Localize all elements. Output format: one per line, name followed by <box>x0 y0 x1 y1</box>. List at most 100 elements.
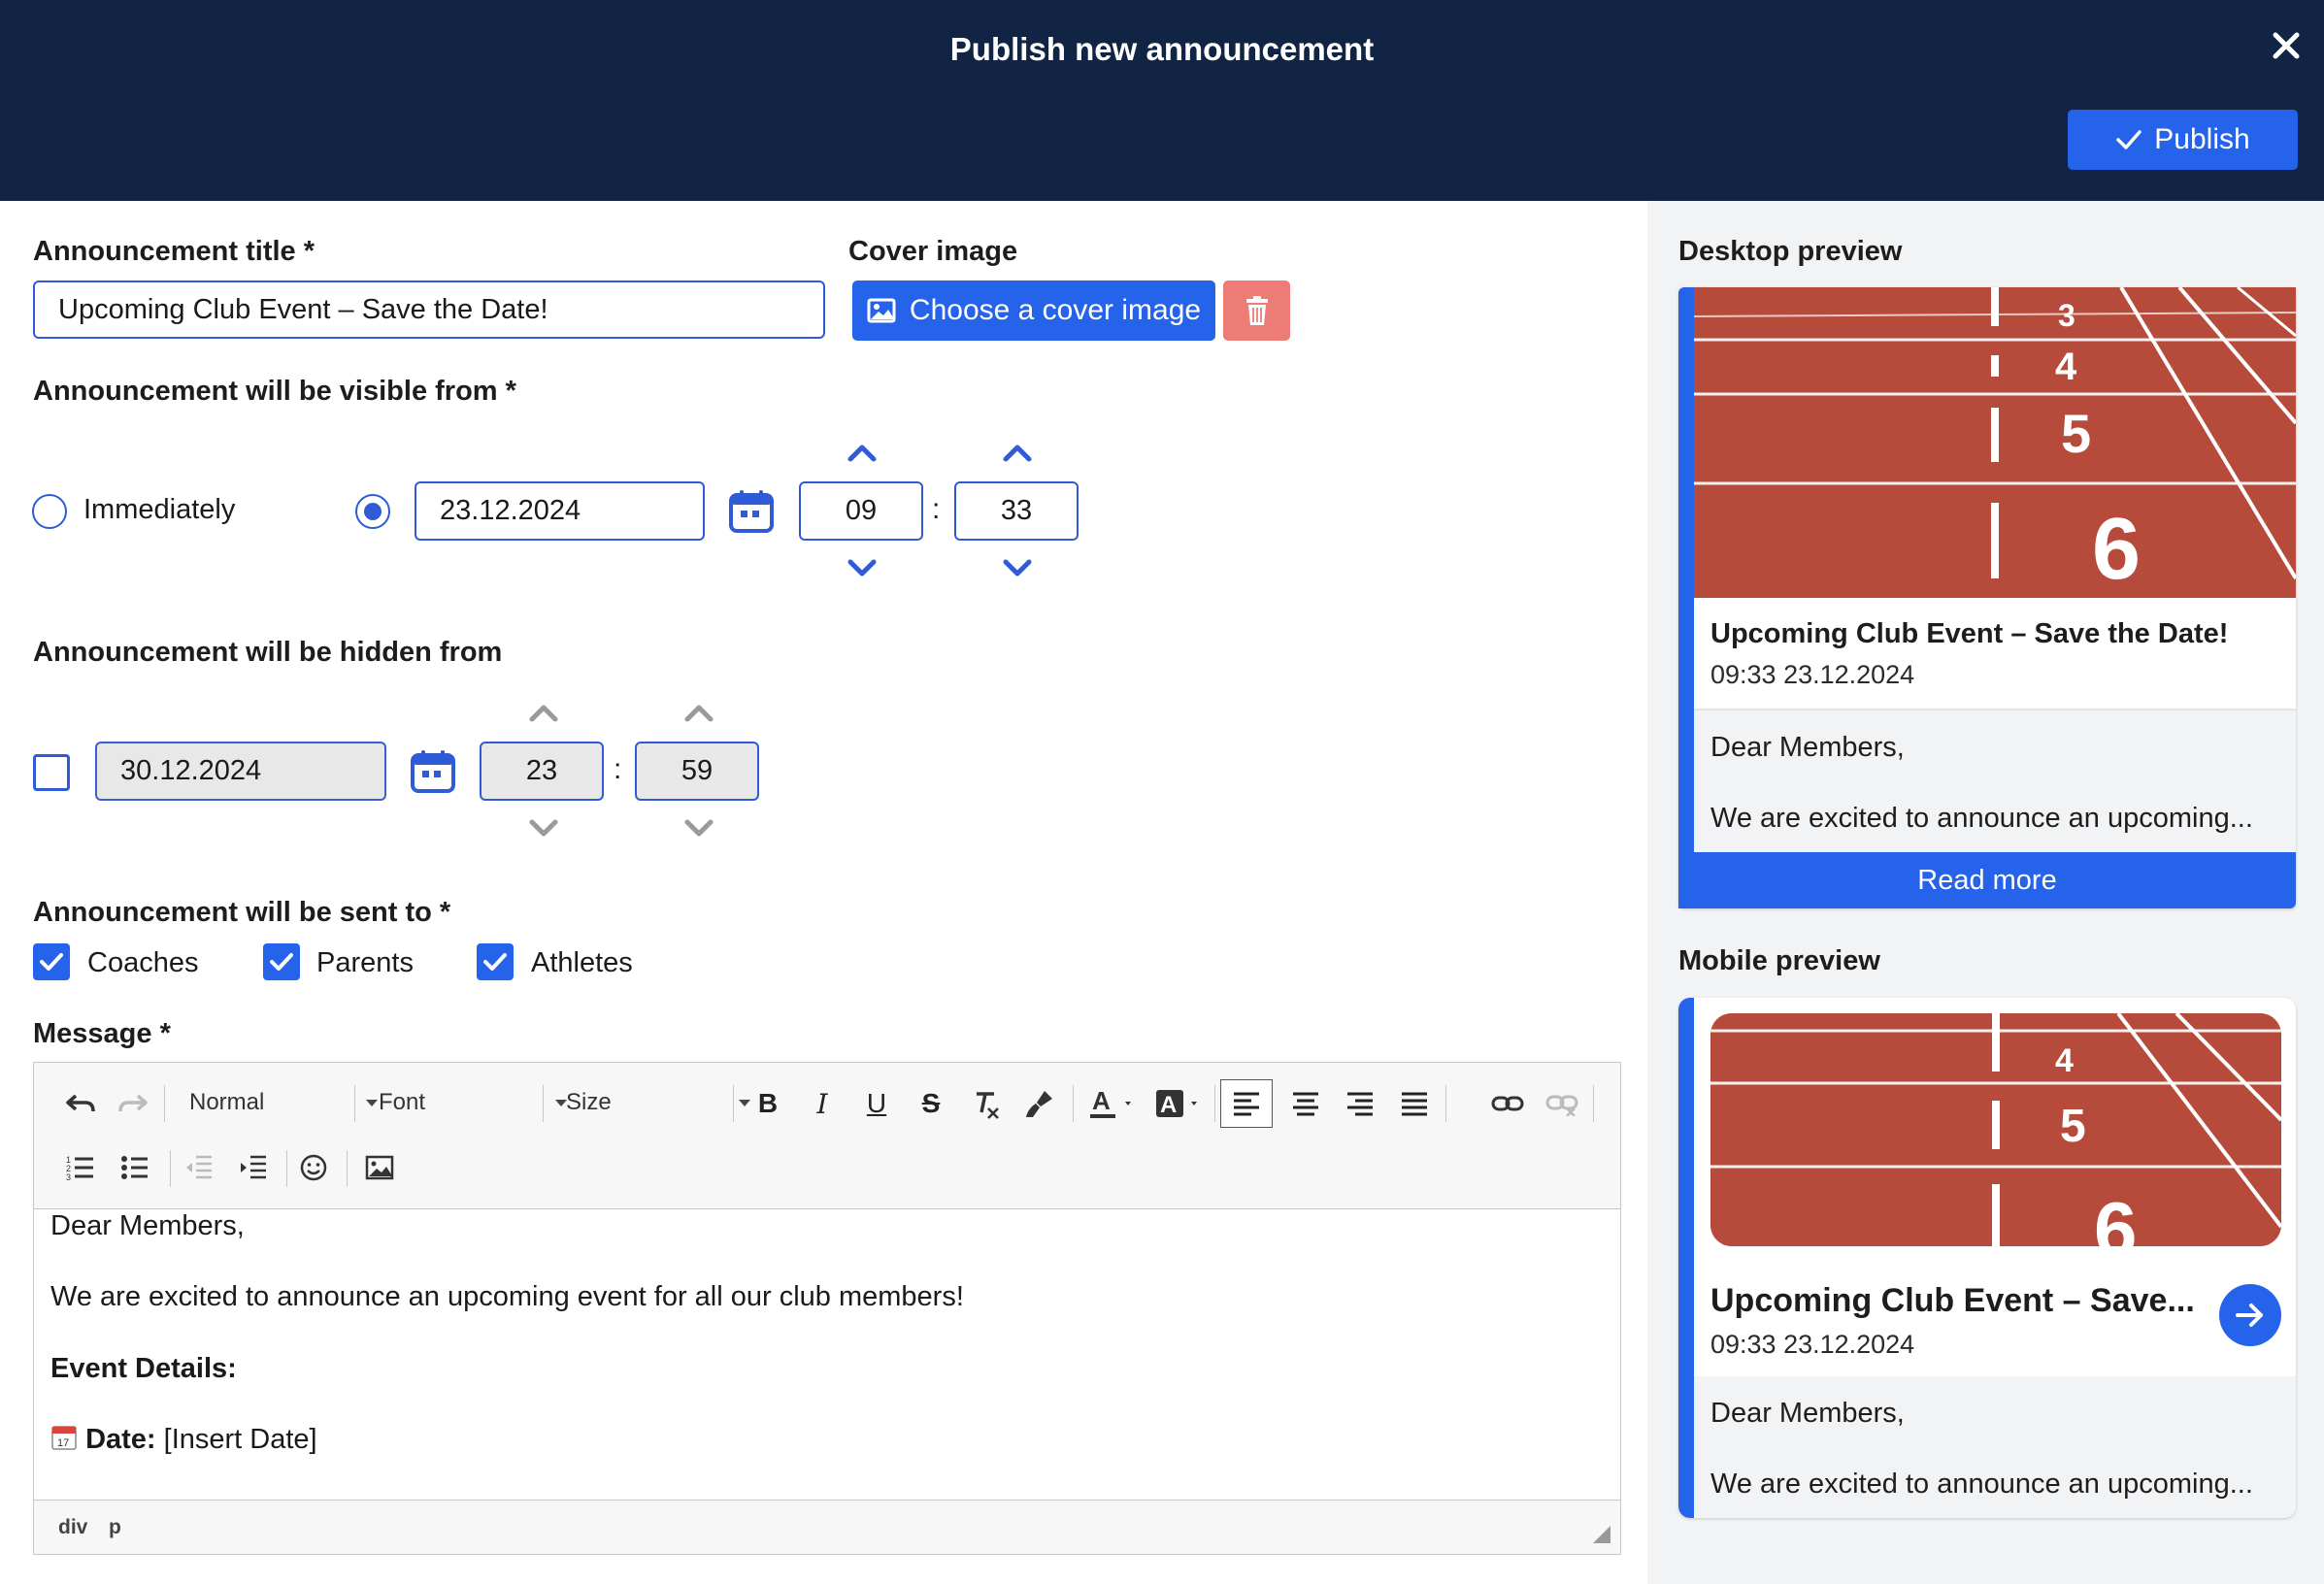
align-left-button[interactable] <box>1220 1079 1273 1128</box>
visible-from-label: Announcement will be visible from * <box>33 376 516 407</box>
immediately-radio[interactable] <box>32 494 67 529</box>
mobile-preview-title: Upcoming Club Event – Save... <box>1710 1282 2195 1319</box>
font-select[interactable]: Font <box>379 1088 567 1117</box>
hidden-date-input[interactable]: 30.12.2024 <box>95 742 386 801</box>
size-select[interactable]: Size <box>566 1088 750 1117</box>
align-right-button[interactable] <box>1341 1084 1379 1123</box>
align-center-button[interactable] <box>1286 1084 1325 1123</box>
emoji-button[interactable] <box>294 1148 333 1187</box>
path-div[interactable]: div <box>58 1516 87 1539</box>
toolbar-separator <box>543 1085 544 1122</box>
delete-cover-button[interactable] <box>1223 280 1290 341</box>
unlink-button[interactable] <box>1543 1084 1581 1123</box>
svg-text:3: 3 <box>66 1172 71 1182</box>
hidden-hour-input[interactable]: 23 <box>480 742 604 801</box>
date-label: Date: <box>85 1424 156 1455</box>
toolbar-separator <box>354 1085 355 1122</box>
bullet-list-button[interactable] <box>116 1148 154 1187</box>
indent-button[interactable] <box>234 1148 273 1187</box>
visible-minute-input[interactable]: 33 <box>954 481 1079 541</box>
redo-button[interactable] <box>114 1084 152 1123</box>
cover-button-label: Choose a cover image <box>909 294 1202 326</box>
check-icon <box>2116 130 2142 149</box>
minute-up-arrow-icon[interactable] <box>1002 444 1033 463</box>
hidden-minute-up-arrow-icon[interactable] <box>683 704 714 723</box>
smiley-icon <box>300 1154 327 1181</box>
align-left-icon <box>1234 1092 1259 1116</box>
align-justify-button[interactable] <box>1395 1084 1434 1123</box>
format-painter-button[interactable] <box>1020 1084 1059 1123</box>
outdent-button[interactable] <box>180 1148 218 1187</box>
visible-hour-input[interactable]: 09 <box>799 481 923 541</box>
modal-title: Publish new announcement <box>949 31 1375 67</box>
athletes-checkbox[interactable] <box>477 943 514 980</box>
parents-label: Parents <box>316 947 414 978</box>
undo-button[interactable] <box>61 1084 100 1123</box>
sent-to-label: Announcement will be sent to * <box>33 897 451 928</box>
underline-button[interactable]: U <box>857 1084 896 1123</box>
visible-date-input[interactable]: 23.12.2024 <box>415 481 705 541</box>
desktop-preview-timestamp: 09:33 23.12.2024 <box>1710 660 1915 689</box>
font-select-value: Font <box>379 1089 426 1115</box>
close-button[interactable] <box>2262 21 2310 70</box>
hidden-from-label: Announcement will be hidden from <box>33 637 503 668</box>
minute-down-arrow-icon[interactable] <box>1002 558 1033 578</box>
arrow-right-icon <box>2236 1304 2263 1327</box>
hidden-hour-up-arrow-icon[interactable] <box>528 704 559 723</box>
format-select[interactable]: Normal <box>189 1088 378 1117</box>
check-icon <box>40 953 63 971</box>
bold-button[interactable]: B <box>748 1084 787 1123</box>
hidden-minute-input[interactable]: 59 <box>635 742 759 801</box>
close-icon <box>2273 32 2300 59</box>
svg-text:5: 5 <box>2061 403 2091 464</box>
desktop-preview-greeting: Dear Members, <box>1710 732 1905 763</box>
hour-down-arrow-icon[interactable] <box>847 558 878 578</box>
align-right-icon <box>1347 1092 1373 1116</box>
path-p[interactable]: p <box>109 1516 121 1539</box>
align-justify-icon <box>1402 1092 1427 1116</box>
hidden-hour-down-arrow-icon[interactable] <box>528 818 559 838</box>
paint-brush-icon <box>1026 1091 1052 1117</box>
link-button[interactable] <box>1488 1084 1527 1123</box>
check-icon <box>270 953 293 971</box>
resize-handle-icon[interactable] <box>1591 1524 1612 1545</box>
italic-button[interactable]: I <box>803 1084 842 1123</box>
calendar-icon[interactable] <box>410 749 456 794</box>
open-announcement-button[interactable] <box>2219 1284 2281 1346</box>
announcement-title-input[interactable]: Upcoming Club Event – Save the Date! <box>33 280 825 339</box>
unlink-icon <box>1545 1095 1578 1116</box>
editor-content[interactable]: Dear Members, We are excited to announce… <box>34 1210 1620 1498</box>
toolbar-separator <box>1214 1085 1215 1122</box>
background-color-button[interactable]: A <box>1152 1084 1211 1123</box>
read-more-button[interactable]: Read more <box>1678 852 2296 908</box>
text-color-button[interactable]: A <box>1086 1084 1145 1123</box>
message-greeting: Dear Members, <box>50 1210 245 1241</box>
svg-text:17: 17 <box>57 1437 69 1449</box>
hidden-minute-down-arrow-icon[interactable] <box>683 818 714 838</box>
date-value: [Insert Date] <box>155 1424 317 1455</box>
clear-format-button[interactable] <box>966 1084 1005 1123</box>
clear-format-icon <box>977 1092 999 1119</box>
desktop-preview-label: Desktop preview <box>1678 236 1903 267</box>
parents-checkbox[interactable] <box>263 943 300 980</box>
coaches-checkbox[interactable] <box>33 943 70 980</box>
editor-status-bar: div p <box>34 1500 1620 1554</box>
scheduled-radio[interactable] <box>355 494 390 529</box>
ordered-list-button[interactable]: 123 <box>61 1148 100 1187</box>
calendar-icon[interactable] <box>728 489 775 534</box>
hidden-from-checkbox[interactable] <box>33 754 70 791</box>
hour-up-arrow-icon[interactable] <box>847 444 878 463</box>
athletes-label: Athletes <box>531 947 633 978</box>
caret-down-icon <box>366 1100 378 1106</box>
publish-button[interactable]: Publish <box>2068 110 2298 170</box>
svg-text:A: A <box>1160 1092 1177 1118</box>
message-label: Message * <box>33 1018 171 1049</box>
image-icon <box>867 298 896 323</box>
mobile-preview-greeting: Dear Members, <box>1710 1398 1905 1429</box>
svg-text:6: 6 <box>2094 1186 2138 1246</box>
choose-cover-image-button[interactable]: Choose a cover image <box>852 280 1215 341</box>
insert-image-button[interactable] <box>360 1148 399 1187</box>
text-color-icon: A <box>1090 1086 1131 1118</box>
strikethrough-button[interactable]: S <box>912 1084 950 1123</box>
toolbar-separator <box>347 1150 348 1187</box>
